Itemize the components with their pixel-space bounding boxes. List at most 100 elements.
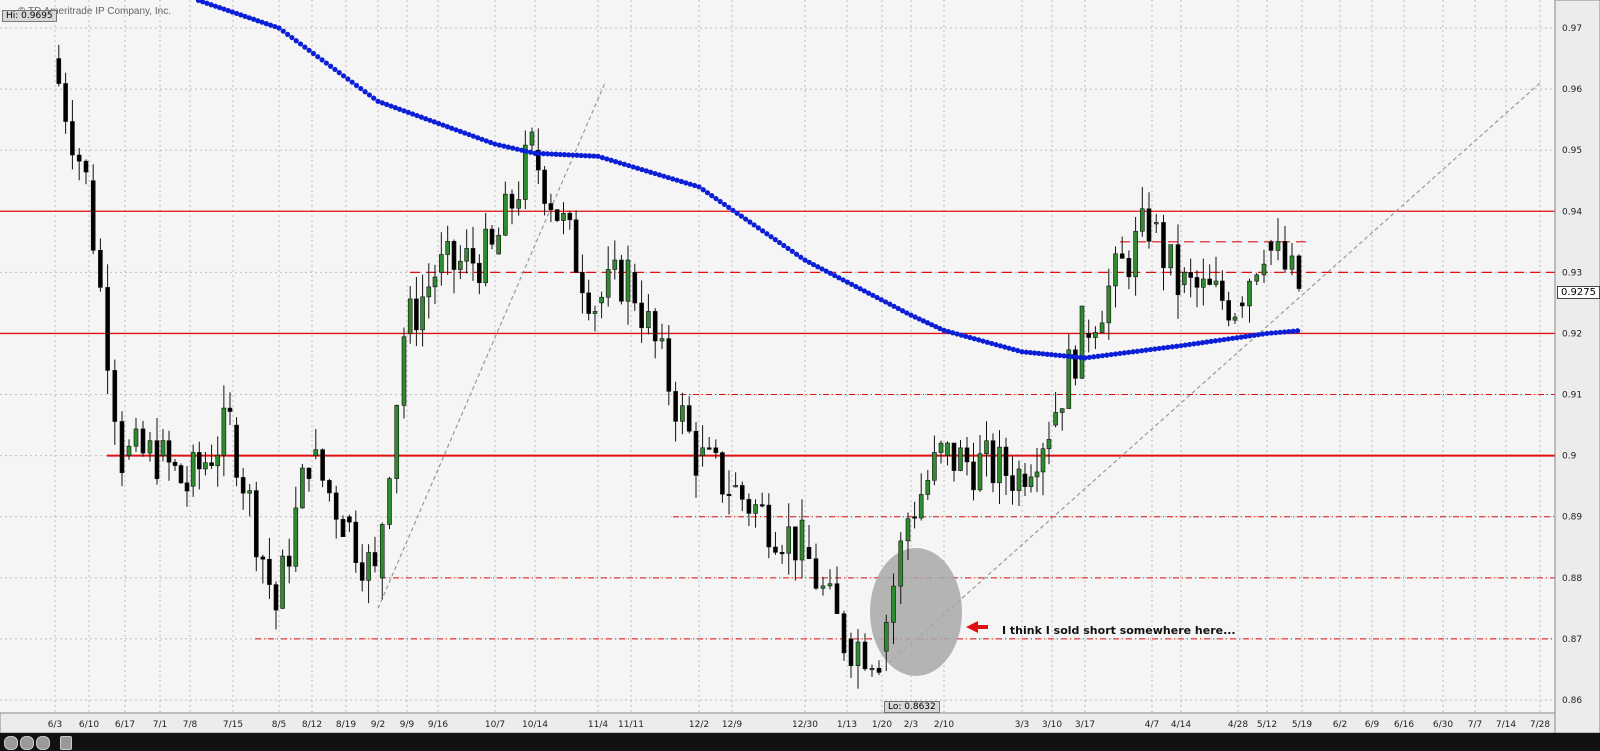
candle-body — [958, 447, 963, 471]
candle-body — [666, 338, 672, 392]
candle-body — [458, 260, 463, 270]
moving-average-point — [608, 157, 614, 163]
moving-average-point — [1126, 349, 1132, 355]
candle-body — [898, 540, 904, 587]
moving-average-point — [700, 187, 706, 193]
candle-body — [1113, 253, 1118, 287]
moving-average-point — [285, 31, 291, 37]
candle-body — [971, 461, 976, 491]
moving-average-point — [276, 25, 282, 31]
candle-body — [883, 622, 889, 652]
candle-body — [1106, 285, 1112, 324]
y-tick-label: 0.91 — [1562, 391, 1582, 401]
x-tick-label: 8/5 — [272, 720, 286, 730]
moving-average-point — [1095, 353, 1101, 359]
zoom-out-icon[interactable] — [20, 736, 34, 750]
candle-body — [1140, 208, 1145, 232]
moving-average-point — [371, 95, 377, 101]
candle-body — [1161, 222, 1166, 269]
candle-body — [1239, 302, 1245, 307]
y-tick-label: 0.97 — [1562, 24, 1582, 34]
candle-body — [1010, 475, 1015, 491]
candle-body — [793, 526, 798, 561]
x-tick-label: 3/17 — [1075, 720, 1095, 730]
candle-body — [912, 516, 917, 519]
candle-body — [83, 160, 89, 173]
candle-body — [76, 154, 82, 162]
candle-body — [786, 526, 792, 554]
moving-average-point — [366, 92, 372, 98]
candle-body — [1093, 332, 1098, 338]
moving-average-point — [781, 242, 787, 249]
reset-zoom-icon[interactable] — [36, 736, 50, 750]
candle-body — [300, 467, 305, 509]
x-tick-label: 5/19 — [1292, 720, 1312, 730]
candle-body — [759, 504, 765, 507]
candle-body — [612, 259, 618, 270]
moving-average-point — [768, 234, 774, 240]
candle-body — [813, 558, 819, 589]
candle-body — [1046, 439, 1052, 450]
price-chart: 0.97 0.96 0.95 0.94 0.93 0.92 0.91 0.9 0.89 0.88 0… — [0, 0, 1600, 734]
moving-average-point — [1165, 344, 1171, 350]
candle-body — [580, 272, 585, 294]
candle-body — [1296, 255, 1302, 289]
candle-body — [573, 219, 579, 273]
x-tick-label: 3/10 — [1042, 720, 1062, 730]
candle-body — [1175, 244, 1181, 296]
candle-body — [401, 336, 407, 406]
moving-average-point — [621, 161, 627, 167]
moving-average-point — [776, 239, 783, 246]
moving-average-point — [1117, 350, 1123, 357]
candle-body — [820, 585, 826, 589]
moving-average-point — [639, 166, 645, 173]
x-tick-label: 7/15 — [223, 720, 243, 730]
candle-body — [1182, 272, 1187, 285]
candle-body — [625, 259, 631, 302]
zoom-in-icon[interactable] — [4, 736, 18, 750]
x-tick-label: 4/14 — [1171, 720, 1191, 730]
candle-body — [353, 521, 359, 563]
candle-body — [420, 296, 425, 331]
moving-average-point — [340, 73, 347, 79]
candle-body — [516, 199, 521, 209]
candle-body — [977, 453, 983, 491]
moving-average-point — [1091, 354, 1097, 360]
candle-body — [659, 338, 665, 342]
x-tick-label: 6/10 — [79, 720, 99, 730]
x-tick-label: 7/28 — [1530, 720, 1550, 730]
candle-body — [1261, 263, 1267, 276]
candle-body — [1282, 241, 1288, 270]
moving-average-point — [626, 162, 632, 169]
candle-body — [984, 440, 989, 455]
candle-body — [932, 452, 937, 481]
candle-body — [63, 83, 68, 122]
x-tick-label: 1/20 — [872, 720, 892, 730]
candle-body — [166, 440, 172, 463]
candle-body — [98, 249, 103, 288]
moving-average-point — [1086, 354, 1092, 360]
candle-body — [554, 209, 560, 221]
moving-average-point — [1295, 328, 1301, 334]
scroll-left-button[interactable] — [60, 736, 72, 750]
y-tick-label: 0.94 — [1562, 207, 1582, 217]
candle-body — [951, 442, 957, 471]
candle-body — [586, 292, 592, 314]
candle-body — [1099, 322, 1105, 333]
moving-average-point — [764, 231, 770, 237]
candle-body — [1289, 255, 1295, 270]
moving-average-point — [683, 180, 689, 186]
candle-body — [1028, 476, 1034, 487]
candle-body — [567, 212, 573, 221]
candle-body — [1153, 222, 1159, 225]
moving-average-point — [760, 228, 766, 234]
moving-average-point — [734, 210, 740, 216]
x-tick-label: 4/28 — [1228, 720, 1248, 730]
moving-average-point — [1139, 348, 1145, 354]
moving-average-point — [656, 172, 663, 178]
moving-average-point — [634, 165, 641, 171]
candle-body — [267, 558, 272, 585]
x-tick-label: 6/17 — [115, 720, 135, 730]
candle-body — [605, 269, 611, 298]
y-tick-label: 0.93 — [1562, 268, 1582, 278]
